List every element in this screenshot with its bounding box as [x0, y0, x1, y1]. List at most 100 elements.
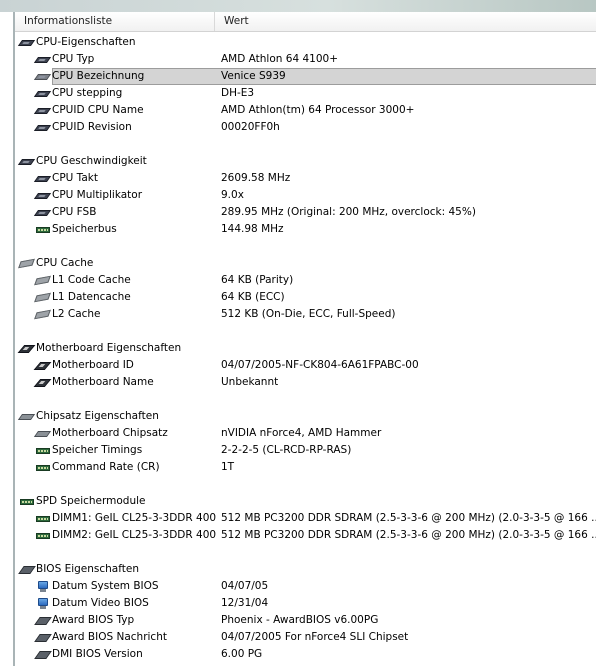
item-value: 2-2-2-5 (CL-RCD-RP-RAS): [221, 444, 352, 456]
ram-icon: [35, 512, 51, 526]
bios-chip-icon: [35, 614, 51, 628]
cpu-icon: [35, 121, 51, 135]
bios-chip-icon: [35, 648, 51, 662]
list-item[interactable]: CPUID Revision 00020FF0h: [15, 119, 596, 136]
item-label: CPU Typ: [52, 53, 95, 65]
column-header-value[interactable]: Wert: [215, 12, 594, 31]
list-item[interactable]: DIMM2: GeIL CL25-3-3DDR 400 512 MB PC3200…: [15, 527, 596, 544]
item-label: L1 Code Cache: [52, 274, 131, 286]
cpu-icon: [35, 172, 51, 186]
bios-icon: [35, 597, 51, 611]
list-item[interactable]: Command Rate (CR) 1T: [15, 459, 596, 476]
item-label-cell: Motherboard Eigenschaften: [19, 340, 181, 357]
item-value: Phoenix - AwardBIOS v6.00PG: [221, 614, 379, 626]
item-value: 64 KB (Parity): [221, 274, 294, 286]
item-value: 1T: [221, 461, 235, 473]
item-label: CPU Takt: [52, 172, 98, 184]
group-row[interactable]: SPD Speichermodule: [15, 493, 596, 510]
list-item[interactable]: CPU stepping DH-E3: [15, 85, 596, 102]
bios-icon: [35, 580, 51, 594]
item-value: 512 KB (On-Die, ECC, Full-Speed): [221, 308, 396, 320]
item-value: 512 MB PC3200 DDR SDRAM (2.5-3-3-6 @ 200…: [221, 529, 596, 541]
item-label-cell: Command Rate (CR): [35, 459, 160, 476]
item-value: 04/07/05: [221, 580, 269, 592]
list-item[interactable]: L1 Code Cache 64 KB (Parity): [15, 272, 596, 289]
group-row[interactable]: CPU Geschwindigkeit: [15, 153, 596, 170]
item-value: 144.98 MHz: [221, 223, 284, 235]
item-value: 289.95 MHz (Original: 200 MHz, overclock…: [221, 206, 476, 218]
list-item[interactable]: L1 Datencache 64 KB (ECC): [15, 289, 596, 306]
list-item[interactable]: Datum System BIOS 04/07/05: [15, 578, 596, 595]
list-item[interactable]: L2 Cache 512 KB (On-Die, ECC, Full-Speed): [15, 306, 596, 323]
item-value: 512 MB PC3200 DDR SDRAM (2.5-3-3-6 @ 200…: [221, 512, 596, 524]
item-label-cell: L2 Cache: [35, 306, 101, 323]
item-label-cell: CPU Bezeichnung: [35, 68, 144, 85]
motherboard-icon: [35, 376, 51, 390]
list-item[interactable]: CPU Typ AMD Athlon 64 4100+: [15, 51, 596, 68]
chipset-icon: [35, 427, 51, 441]
item-label-cell: Speicherbus: [35, 221, 117, 238]
item-value: nVIDIA nForce4, AMD Hammer: [221, 427, 382, 439]
motherboard-icon: [19, 342, 35, 356]
item-label-cell: CPU Typ: [35, 51, 94, 68]
information-list[interactable]: CPU-Eigenschaften CPU Typ AMD Athlon 64 41…: [15, 34, 596, 663]
item-label: DIMM2: GeIL CL25-3-3DDR 400: [52, 529, 217, 541]
list-item[interactable]: Award BIOS Nachricht 04/07/2005 For nForc…: [15, 629, 596, 646]
item-label-cell: CPU Multiplikator: [35, 187, 142, 204]
item-value: 9.0x: [221, 189, 244, 201]
item-label-cell: CPU Takt: [35, 170, 98, 187]
item-label: CPUID Revision: [52, 121, 132, 133]
spacer-row: [15, 544, 596, 561]
group-row[interactable]: CPU-Eigenschaften: [15, 34, 596, 51]
list-item[interactable]: Motherboard Name Unbekannt: [15, 374, 596, 391]
column-header-information[interactable]: Informationsliste: [15, 12, 215, 31]
group-row[interactable]: Motherboard Eigenschaften: [15, 340, 596, 357]
spacer-row: [15, 391, 596, 408]
item-value: Unbekannt: [221, 376, 279, 388]
list-item[interactable]: CPU FSB 289.95 MHz (Original: 200 MHz, ov…: [15, 204, 596, 221]
cpu-icon: [35, 206, 51, 220]
list-item[interactable]: CPU Bezeichnung Venice S939: [15, 68, 596, 85]
list-item[interactable]: Award BIOS Typ Phoenix - AwardBIOS v6.00P…: [15, 612, 596, 629]
item-value: 2609.58 MHz: [221, 172, 291, 184]
bios-chip-icon: [19, 563, 35, 577]
item-label: Motherboard Name: [52, 376, 154, 388]
list-item[interactable]: DMI BIOS Version 6.00 PG: [15, 646, 596, 663]
spacer-row: [15, 476, 596, 493]
list-item[interactable]: CPUID CPU Name AMD Athlon(tm) 64 Processo…: [15, 102, 596, 119]
list-item[interactable]: Motherboard Chipsatz nVIDIA nForce4, AMD …: [15, 425, 596, 442]
spacer-row: [15, 136, 596, 153]
cache-icon: [35, 308, 51, 322]
group-row[interactable]: BIOS Eigenschaften: [15, 561, 596, 578]
item-label-cell: L1 Code Cache: [35, 272, 131, 289]
list-item[interactable]: CPU Multiplikator 9.0x: [15, 187, 596, 204]
group-row[interactable]: Chipsatz Eigenschaften: [15, 408, 596, 425]
item-label-cell: CPUID Revision: [35, 119, 132, 136]
item-label-cell: DIMM1: GeIL CL25-3-3DDR 400: [35, 510, 216, 527]
item-label: Speicher Timings: [52, 444, 143, 456]
list-item[interactable]: Datum Video BIOS 12/31/04: [15, 595, 596, 612]
item-label: Datum Video BIOS: [52, 597, 149, 609]
cpu-icon: [19, 36, 35, 50]
list-item[interactable]: Speicherbus 144.98 MHz: [15, 221, 596, 238]
list-item[interactable]: DIMM1: GeIL CL25-3-3DDR 400 512 MB PC3200…: [15, 510, 596, 527]
item-label: Award BIOS Typ: [52, 614, 135, 626]
list-item[interactable]: CPU Takt 2609.58 MHz: [15, 170, 596, 187]
bios-chip-icon: [35, 631, 51, 645]
item-label-cell: CPUID CPU Name: [35, 102, 144, 119]
ram-icon: [35, 223, 51, 237]
chipset-icon: [19, 410, 35, 424]
item-value: Venice S939: [221, 70, 286, 82]
spacer-row: [15, 323, 596, 340]
item-label-cell: DMI BIOS Version: [35, 646, 143, 663]
cache-icon: [19, 257, 35, 271]
item-label-cell: CPU stepping: [35, 85, 122, 102]
item-value: AMD Athlon 64 4100+: [221, 53, 338, 65]
group-row[interactable]: CPU Cache: [15, 255, 596, 272]
item-label: Award BIOS Nachricht: [52, 631, 167, 643]
list-item[interactable]: Motherboard ID 04/07/2005-NF-CK804-6A61FP…: [15, 357, 596, 374]
cpu-icon: [35, 87, 51, 101]
item-label: CPUID CPU Name: [52, 104, 144, 116]
list-item[interactable]: Speicher Timings 2-2-2-5 (CL-RCD-RP-RAS): [15, 442, 596, 459]
ram-icon: [35, 529, 51, 543]
